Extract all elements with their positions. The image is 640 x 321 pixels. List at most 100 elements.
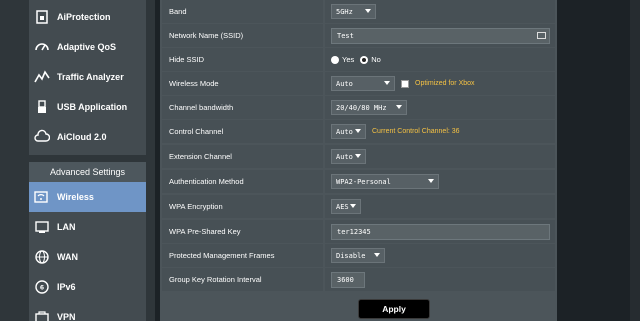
channel-bandwidth-selected-value: 20/40/80 MHz bbox=[336, 103, 387, 112]
wireless-mode-selected-value: Auto bbox=[336, 79, 353, 88]
wireless-mode-select[interactable]: Auto bbox=[331, 76, 395, 91]
radio-label: Yes bbox=[342, 55, 355, 64]
channel-bandwidth-value-cell: 20/40/80 MHz bbox=[325, 96, 555, 119]
group-key-input[interactable]: 3600 bbox=[331, 271, 365, 288]
wpa-psk-value-cell: ter12345 bbox=[325, 220, 555, 243]
sidebar-item-ipv6[interactable]: 6 IPv6 bbox=[29, 272, 146, 302]
setting-row-group-key: Group Key Rotation Interval 3600 bbox=[162, 268, 555, 291]
sidebar-item-label: LAN bbox=[57, 222, 76, 232]
setting-row-ssid: Network Name (SSID) Test bbox=[162, 24, 555, 47]
wpa-encryption-label: WPA Encryption bbox=[162, 195, 323, 218]
wpa-encryption-value-cell: AES bbox=[325, 195, 555, 218]
wpa-encryption-select[interactable]: AES bbox=[331, 199, 361, 214]
channel-bandwidth-select[interactable]: 20/40/80 MHz bbox=[331, 100, 407, 115]
setting-row-pmf: Protected Management Frames Disable bbox=[162, 244, 555, 267]
shield-icon bbox=[33, 8, 51, 26]
group-key-value-cell: 3600 bbox=[325, 268, 555, 291]
channel-bandwidth-label: Channel bandwidth bbox=[162, 96, 323, 119]
chevron-down-icon bbox=[350, 204, 356, 208]
svg-text:6: 6 bbox=[40, 285, 44, 292]
control-channel-selected-value: Auto bbox=[336, 127, 353, 136]
wireless-mode-value-cell: Auto Optimized for Xbox bbox=[325, 72, 555, 95]
apply-button[interactable]: Apply bbox=[358, 299, 430, 319]
ssid-value-cell: Test bbox=[325, 24, 555, 47]
sidebar-item-aicloud[interactable]: AiCloud 2.0 bbox=[29, 122, 146, 152]
wpa-psk-input-value: ter12345 bbox=[337, 227, 371, 236]
wpa-psk-input[interactable]: ter12345 bbox=[331, 223, 550, 240]
sidebar-item-usb-application[interactable]: USB Application bbox=[29, 92, 146, 122]
pmf-selected-value: Disable bbox=[336, 251, 366, 260]
setting-row-hide-ssid: Hide SSID Yes No bbox=[162, 48, 555, 71]
group-key-label: Group Key Rotation Interval bbox=[162, 268, 323, 291]
band-label: Band bbox=[162, 0, 323, 23]
hide-ssid-value-cell: Yes No bbox=[325, 48, 555, 71]
ssid-label: Network Name (SSID) bbox=[162, 24, 323, 47]
pmf-value-cell: Disable bbox=[325, 244, 555, 267]
setting-row-auth-method: Authentication Method WPA2-Personal bbox=[162, 170, 555, 193]
sidebar-item-adaptive-qos[interactable]: Adaptive QoS bbox=[29, 32, 146, 62]
sidebar-item-label: WAN bbox=[57, 252, 78, 262]
extension-channel-label: Extension Channel bbox=[162, 145, 323, 168]
vpn-icon bbox=[33, 308, 51, 321]
ipv6-icon: 6 bbox=[33, 278, 51, 296]
setting-row-wireless-mode: Wireless Mode Auto Optimized for Xbox bbox=[162, 72, 555, 95]
sidebar-advanced-group: Advanced Settings Wireless LAN WAN 6 IPv… bbox=[29, 162, 146, 321]
hide-ssid-yes-radio[interactable]: Yes bbox=[331, 55, 354, 64]
pmf-select[interactable]: Disable bbox=[331, 248, 385, 263]
auth-method-label: Authentication Method bbox=[162, 170, 323, 193]
chevron-down-icon bbox=[384, 81, 390, 85]
extension-channel-value-cell: Auto bbox=[325, 145, 555, 168]
setting-row-channel-bandwidth: Channel bandwidth 20/40/80 MHz bbox=[162, 96, 555, 119]
auth-method-selected-value: WPA2-Personal bbox=[336, 177, 391, 186]
sidebar-item-wireless[interactable]: Wireless bbox=[29, 182, 146, 212]
radio-dot bbox=[331, 55, 339, 64]
extension-channel-selected-value: Auto bbox=[336, 152, 353, 161]
usb-icon bbox=[33, 98, 51, 116]
setting-row-wpa-psk: WPA Pre-Shared Key ter12345 bbox=[162, 220, 555, 243]
ssid-input[interactable]: Test bbox=[331, 27, 550, 44]
sidebar-item-label: AiProtection bbox=[57, 12, 111, 22]
chevron-down-icon bbox=[355, 129, 361, 133]
xbox-optimize-checkbox[interactable] bbox=[401, 79, 409, 88]
radio-label: No bbox=[371, 55, 381, 64]
gauge-icon bbox=[33, 38, 51, 56]
sidebar-item-wan[interactable]: WAN bbox=[29, 242, 146, 272]
sidebar-item-label: Traffic Analyzer bbox=[57, 72, 124, 82]
setting-row-extension-channel: Extension Channel Auto bbox=[162, 145, 555, 168]
keyboard-icon bbox=[537, 31, 546, 39]
chevron-down-icon bbox=[396, 105, 402, 109]
pmf-label: Protected Management Frames bbox=[162, 244, 323, 267]
sidebar-item-label: Adaptive QoS bbox=[57, 42, 117, 52]
control-channel-select[interactable]: Auto bbox=[331, 124, 366, 139]
ssid-input-value: Test bbox=[337, 31, 354, 40]
auth-method-select[interactable]: WPA2-Personal bbox=[331, 174, 439, 189]
chevron-down-icon bbox=[355, 154, 361, 158]
chevron-down-icon bbox=[374, 253, 380, 257]
wpa-psk-label: WPA Pre-Shared Key bbox=[162, 220, 323, 243]
control-channel-label: Control Channel bbox=[162, 120, 323, 143]
wifi-icon bbox=[33, 188, 51, 206]
sidebar-general-group: AiProtection Adaptive QoS Traffic Analyz… bbox=[29, 0, 146, 155]
auth-method-value-cell: WPA2-Personal bbox=[325, 170, 555, 193]
chevron-down-icon bbox=[428, 179, 434, 183]
sidebar-item-lan[interactable]: LAN bbox=[29, 212, 146, 242]
wpa-encryption-selected-value: AES bbox=[336, 202, 349, 211]
band-select[interactable]: 5GHz bbox=[331, 4, 376, 19]
hide-ssid-label: Hide SSID bbox=[162, 48, 323, 71]
sidebar-item-vpn[interactable]: VPN bbox=[29, 302, 146, 321]
chart-icon bbox=[33, 68, 51, 86]
right-border bbox=[630, 0, 640, 321]
sidebar-item-label: USB Application bbox=[57, 102, 128, 112]
hide-ssid-no-radio[interactable]: No bbox=[360, 55, 381, 64]
extension-channel-select[interactable]: Auto bbox=[331, 149, 366, 164]
sidebar-item-traffic-analyzer[interactable]: Traffic Analyzer bbox=[29, 62, 146, 92]
xbox-optimize-note: Optimized for Xbox bbox=[415, 80, 475, 87]
wireless-mode-label: Wireless Mode bbox=[162, 72, 323, 95]
sidebar-item-aiprotection[interactable]: AiProtection bbox=[29, 2, 146, 32]
sidebar-item-label: VPN bbox=[57, 312, 76, 321]
advanced-settings-header: Advanced Settings bbox=[29, 162, 146, 182]
globe-icon bbox=[33, 248, 51, 266]
router-settings-window: AiProtection Adaptive QoS Traffic Analyz… bbox=[0, 0, 640, 321]
sidebar-item-label: IPv6 bbox=[57, 282, 76, 292]
current-control-channel-note: Current Control Channel: 36 bbox=[372, 128, 460, 135]
